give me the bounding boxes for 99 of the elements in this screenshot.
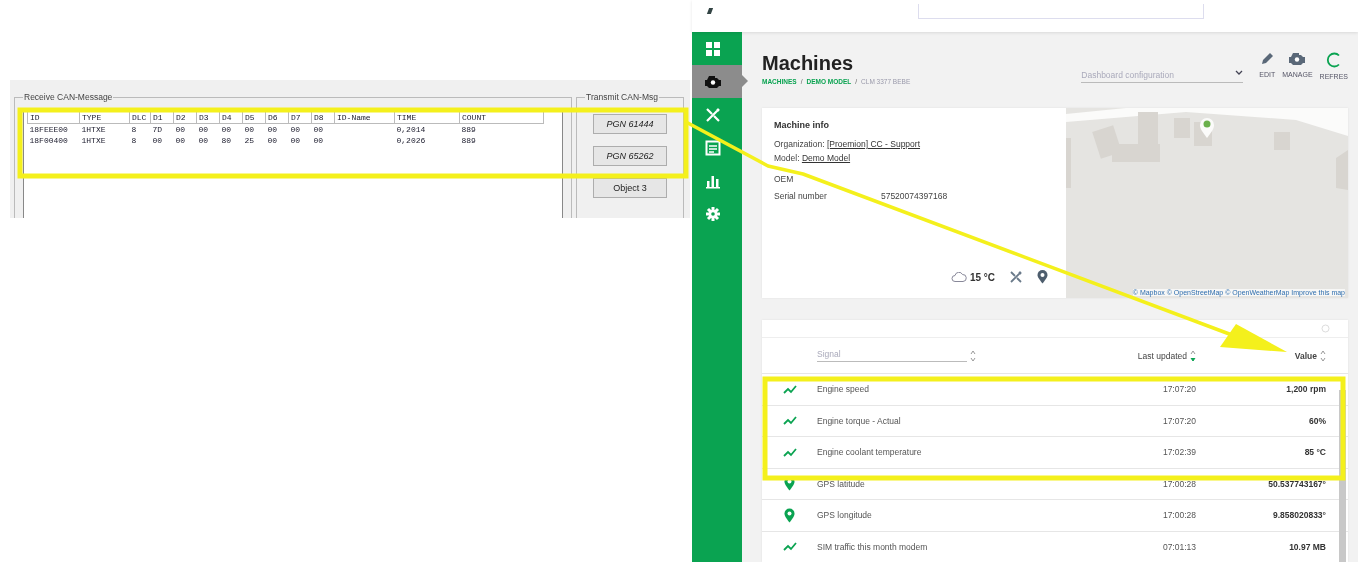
signal-value: 85 °C	[1304, 447, 1326, 458]
column-header[interactable]: TYPE	[79, 112, 130, 124]
sort-icon[interactable]	[970, 349, 976, 362]
signal-name: GPS latitude	[817, 478, 866, 489]
updated-time: 07:01:13	[1162, 541, 1196, 552]
table-cell: 00	[311, 123, 335, 135]
field-value: 57520074397168	[880, 191, 948, 201]
logo-mark	[706, 8, 714, 14]
location-pin-icon	[784, 507, 795, 523]
table-cell-text: 00	[174, 135, 187, 146]
table-cell-text: 00	[312, 135, 325, 146]
signal-name: GPS longitude	[817, 510, 873, 521]
grid-icon	[705, 40, 721, 57]
table-cell: 18FEEE00	[27, 123, 80, 135]
signal-value: 9.858020833°	[1272, 510, 1326, 521]
filter-field[interactable]: Signal	[817, 349, 967, 363]
field-link[interactable]: Demo Model	[801, 153, 851, 163]
field-link[interactable]: [Proemion] CC - Support	[826, 139, 920, 149]
transmit-button[interactable]: Object 3	[593, 178, 667, 198]
column-header[interactable]: ID-Name	[334, 112, 395, 124]
chevron-down-icon	[1235, 70, 1244, 76]
column-header[interactable]: D1	[150, 112, 174, 124]
table-cell-text: 889	[460, 135, 477, 146]
cloud-icon	[950, 272, 967, 282]
table-cell: 00	[288, 123, 312, 135]
column-header[interactable]: D4	[219, 112, 243, 124]
pencil-icon	[1260, 52, 1275, 66]
engine-icon	[704, 74, 722, 89]
column-header[interactable]: D6	[265, 112, 289, 124]
signal-value: 1,200 rpm	[1286, 384, 1326, 395]
table-cell-text: 0,2026	[395, 135, 427, 146]
engine-icon	[1288, 52, 1307, 66]
table-cell-text: 8	[130, 135, 138, 146]
signal-name: SIM traffic this month modem	[817, 541, 929, 552]
column-header[interactable]: Last updated	[1137, 350, 1187, 361]
trend-line-icon	[782, 447, 797, 457]
column-header[interactable]: ID	[27, 112, 80, 124]
table-cell: 8	[129, 123, 151, 135]
sort-icon[interactable]	[1190, 349, 1196, 362]
signal-value: 10.97 MB	[1289, 541, 1326, 552]
updated-time: 17:00:28	[1162, 510, 1196, 521]
column-header[interactable]: D5	[242, 112, 266, 124]
transmit-button[interactable]: PGN 65262	[593, 146, 667, 166]
table-cell-text: 00	[151, 135, 164, 146]
group-title: Transmit CAN-Msg	[585, 92, 659, 102]
spinner-icon	[1321, 324, 1330, 334]
gear-icon	[705, 205, 721, 222]
trend-line-icon	[782, 416, 797, 426]
table-cell: 1HTXE	[79, 123, 130, 135]
trend-line-icon	[782, 384, 797, 394]
field-label: Organization:	[774, 139, 825, 149]
table-cell: 00	[265, 123, 289, 135]
refresh-icon	[1325, 52, 1342, 68]
table-cell: 7D	[150, 123, 174, 135]
updated-time: 17:07:20	[1162, 415, 1196, 426]
table-cell: 889	[459, 123, 544, 135]
group-title: Receive CAN-Message	[23, 92, 114, 102]
table-cell-text: 25	[243, 135, 256, 146]
column-header[interactable]: D8	[311, 112, 335, 124]
field-label: Model:	[774, 153, 800, 163]
signal-name: Engine coolant temperature	[817, 447, 923, 458]
table-cell-text: 00	[289, 135, 302, 146]
table-cell-text: 00	[266, 135, 279, 146]
column-header[interactable]: Value	[1294, 350, 1317, 361]
trend-line-icon	[782, 542, 797, 552]
signal-value: 50.537743167°	[1268, 478, 1326, 489]
transmit-button[interactable]: PGN 61444	[593, 114, 667, 134]
updated-time: 17:07:20	[1162, 384, 1196, 395]
column-header[interactable]: DLC	[129, 112, 151, 124]
signal-name: Engine torque - Actual	[817, 415, 902, 426]
column-header[interactable]: D3	[196, 112, 220, 124]
sort-icon[interactable]	[1320, 349, 1326, 362]
column-header[interactable]: TIME	[394, 112, 460, 124]
table-cell-text: 1HTXE	[80, 135, 107, 146]
field-label: OEM	[774, 174, 794, 184]
location-pin-icon	[1037, 270, 1048, 284]
search-field[interactable]	[918, 4, 1204, 19]
temperature: 15 °C	[969, 271, 995, 283]
table-cell: 00	[173, 123, 197, 135]
page-title: Machines	[762, 52, 855, 75]
signal-name: Engine speed	[817, 384, 870, 395]
table-cell-text: 80	[220, 135, 233, 146]
placeholder: Dashboard configuration	[1081, 70, 1174, 80]
signal-value: 60%	[1309, 415, 1326, 426]
card-title: Machine info	[774, 120, 830, 130]
column-header[interactable]: D7	[288, 112, 312, 124]
column-header[interactable]: D2	[173, 112, 197, 124]
column-header[interactable]: COUNT	[459, 112, 544, 124]
table-cell: 00	[219, 123, 243, 135]
table-cell: 00	[196, 123, 220, 135]
table-cell-text: 00	[197, 135, 210, 146]
scrollbar[interactable]	[1339, 390, 1346, 562]
updated-time: 17:02:39	[1162, 447, 1196, 458]
table-cell-text: 18F00400	[28, 135, 69, 146]
field-label: Serial number	[774, 191, 827, 201]
list-icon	[705, 139, 721, 156]
table-cell: 00	[242, 123, 266, 135]
updated-time: 17:00:28	[1162, 478, 1196, 489]
table-cell: 0,2014	[394, 123, 460, 135]
